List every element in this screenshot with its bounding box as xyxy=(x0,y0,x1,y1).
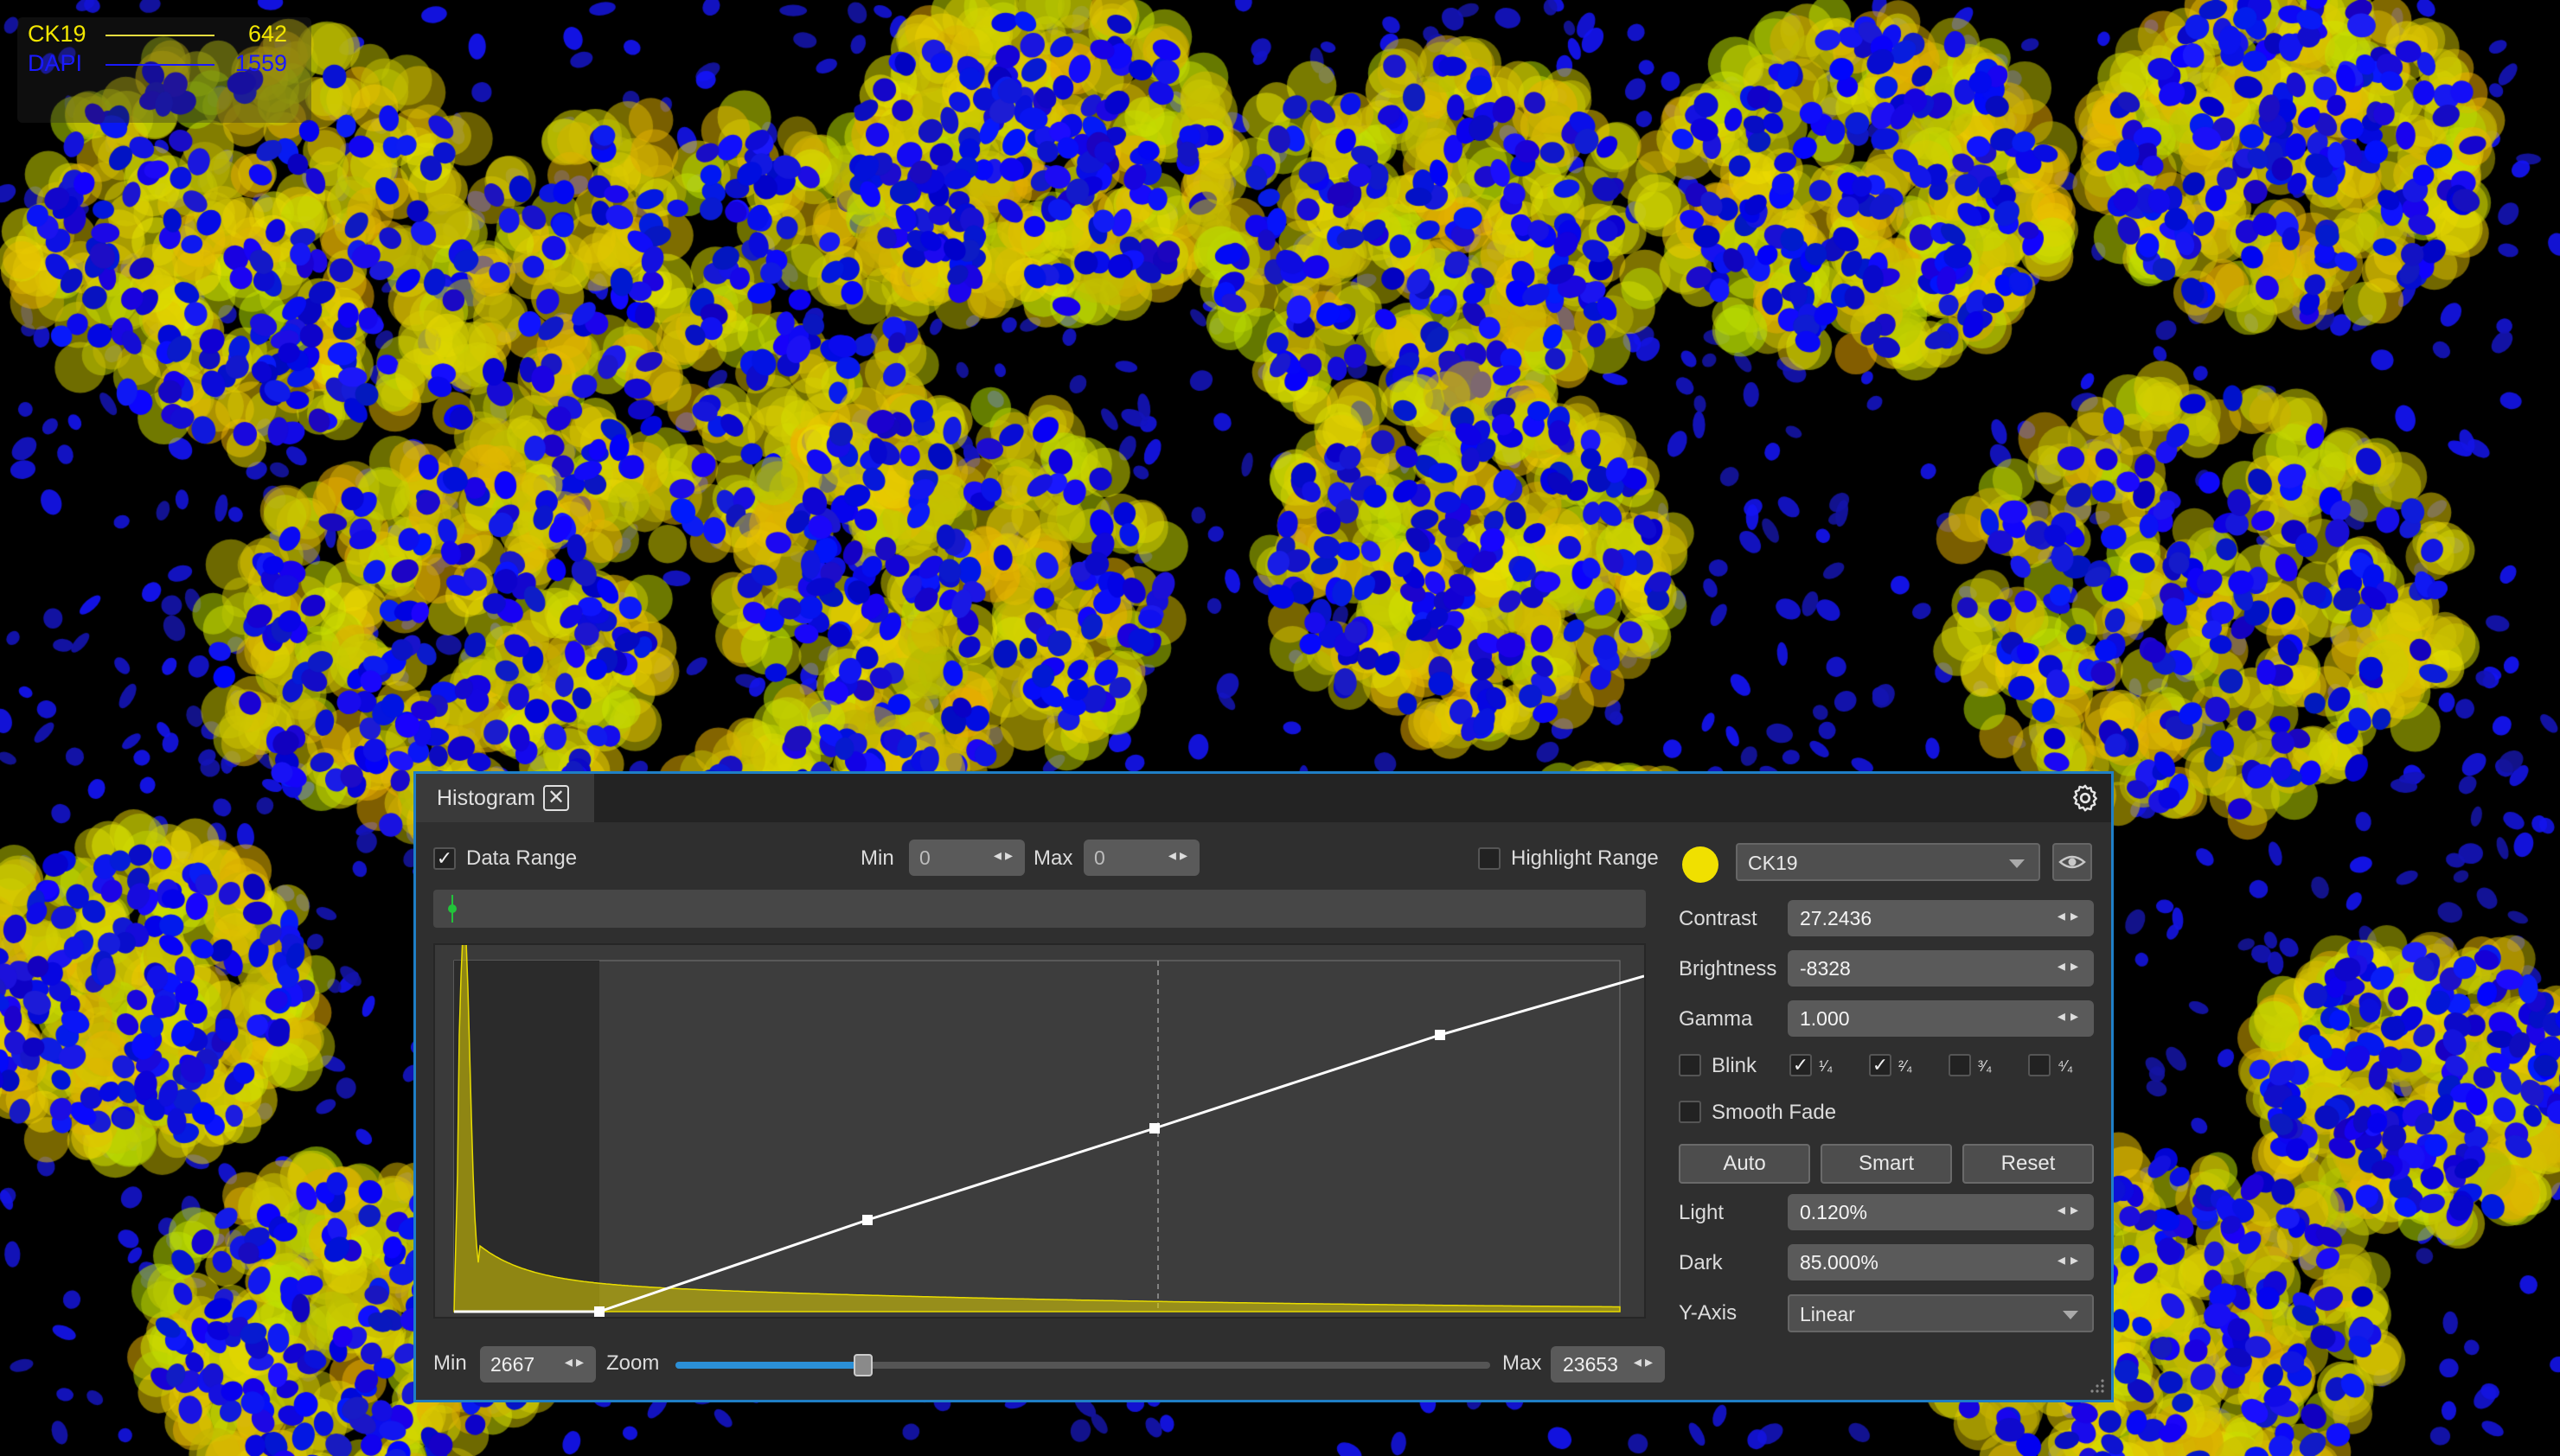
brightness-label: Brightness xyxy=(1679,957,1777,980)
reset-button[interactable]: Reset xyxy=(1962,1144,2094,1184)
yaxis-label: Y-Axis xyxy=(1679,1301,1738,1325)
gear-icon[interactable] xyxy=(2070,782,2101,814)
range-marker-icon[interactable] xyxy=(442,890,468,928)
tab-label: Histogram xyxy=(437,786,535,810)
spin-arrows-icon[interactable]: ◂▸ xyxy=(2058,1201,2083,1219)
min-label: Min xyxy=(861,846,894,870)
blink-option-checkbox[interactable] xyxy=(2028,1054,2051,1076)
histogram-panel: Histogram ✕ ✓ Data Range Min 0 ◂▸ Max 0 … xyxy=(413,771,2114,1402)
data-max-field[interactable]: 0 ◂▸ xyxy=(1084,840,1200,876)
close-icon[interactable]: ✕ xyxy=(543,785,569,811)
smooth-fade-label: Smooth Fade xyxy=(1712,1101,1837,1124)
chevron-down-icon xyxy=(2009,859,2025,868)
channel-name: DAPI xyxy=(28,50,83,76)
dark-value: 85.000% xyxy=(1800,1251,1878,1274)
channel-line xyxy=(106,64,214,66)
data-range-label: Data Range xyxy=(466,846,578,870)
spin-arrows-icon[interactable]: ◂▸ xyxy=(1634,1353,1656,1371)
zoom-min-field[interactable]: 2667 ◂▸ xyxy=(480,1346,596,1383)
zoom-min-value: 2667 xyxy=(490,1353,535,1376)
brightness-field[interactable]: -8328 ◂▸ xyxy=(1788,950,2094,987)
blink-option-label: ⁴⁄₄ xyxy=(2058,1057,2074,1075)
light-field[interactable]: 0.120% ◂▸ xyxy=(1788,1194,2094,1230)
data-min-field[interactable]: 0 ◂▸ xyxy=(909,840,1025,876)
curve-handle xyxy=(594,1306,605,1317)
eye-icon xyxy=(2058,855,2086,869)
contrast-label: Contrast xyxy=(1679,907,1757,930)
data-range-checkbox[interactable]: ✓ xyxy=(433,847,456,870)
zoom-slider-thumb[interactable] xyxy=(853,1354,873,1376)
spin-arrows-icon[interactable]: ◂▸ xyxy=(565,1353,587,1371)
histogram-chart[interactable] xyxy=(435,945,1644,1317)
dark-label: Dark xyxy=(1679,1251,1723,1274)
light-value: 0.120% xyxy=(1800,1201,1868,1223)
highlight-range-label: Highlight Range xyxy=(1511,846,1659,870)
data-min-value: 0 xyxy=(919,846,931,869)
gamma-value: 1.000 xyxy=(1800,1007,1850,1030)
contrast-value: 27.2436 xyxy=(1800,907,1872,929)
channel-color-swatch[interactable] xyxy=(1682,846,1718,883)
smart-button[interactable]: Smart xyxy=(1821,1144,1952,1184)
spin-arrows-icon[interactable]: ◂▸ xyxy=(2058,907,2083,925)
blink-option-label: ³⁄₄ xyxy=(1978,1057,1993,1075)
zoom-max-field[interactable]: 23653 ◂▸ xyxy=(1551,1346,1665,1383)
curve-handle xyxy=(862,1215,873,1225)
channel-overlay: CK19 642 DAPI 1559 xyxy=(17,17,311,123)
smooth-fade-checkbox[interactable] xyxy=(1679,1101,1701,1123)
zoom-min-label: Min xyxy=(433,1351,467,1375)
zoom-label: Zoom xyxy=(606,1351,660,1375)
spin-arrows-icon[interactable]: ◂▸ xyxy=(1168,846,1191,865)
spin-arrows-icon[interactable]: ◂▸ xyxy=(2058,1251,2083,1269)
channel-row-dapi: DAPI 1559 xyxy=(28,50,287,78)
contrast-field[interactable]: 27.2436 ◂▸ xyxy=(1788,900,2094,936)
spin-arrows-icon[interactable]: ◂▸ xyxy=(2058,1007,2083,1025)
visibility-toggle[interactable] xyxy=(2052,843,2092,881)
curve-handle xyxy=(1149,1123,1160,1134)
plot-area xyxy=(453,960,1621,1312)
blink-option-checkbox[interactable]: ✓ xyxy=(1869,1054,1891,1076)
spin-arrows-icon[interactable]: ◂▸ xyxy=(994,846,1016,865)
data-max-value: 0 xyxy=(1094,846,1105,869)
channel-value: 1559 xyxy=(234,50,287,76)
zoom-slider[interactable] xyxy=(675,1354,1490,1376)
check-icon: ✓ xyxy=(1872,1054,1889,1076)
light-label: Light xyxy=(1679,1201,1725,1224)
tab-histogram[interactable]: Histogram ✕ xyxy=(416,774,594,822)
channel-line xyxy=(106,35,214,36)
gamma-field[interactable]: 1.000 ◂▸ xyxy=(1788,1000,2094,1037)
yaxis-select[interactable]: Linear xyxy=(1788,1294,2094,1332)
auto-button[interactable]: Auto xyxy=(1679,1144,1810,1184)
zoom-max-value: 23653 xyxy=(1563,1353,1618,1376)
gamma-label: Gamma xyxy=(1679,1007,1753,1031)
histogram-plot[interactable] xyxy=(433,943,1646,1319)
brightness-value: -8328 xyxy=(1800,957,1851,980)
blink-label: Blink xyxy=(1712,1054,1757,1077)
channel-name: CK19 xyxy=(28,21,86,47)
resize-grip-icon[interactable] xyxy=(2089,1377,2106,1395)
blink-checkbox[interactable] xyxy=(1679,1054,1701,1076)
zoom-slider-fill xyxy=(675,1362,863,1369)
yaxis-select-value: Linear xyxy=(1800,1303,1855,1325)
highlight-range-checkbox[interactable] xyxy=(1478,847,1501,870)
channel-value: 642 xyxy=(247,21,287,47)
blink-option-checkbox[interactable] xyxy=(1949,1054,1971,1076)
chevron-down-icon xyxy=(2063,1311,2078,1319)
blink-option-checkbox[interactable]: ✓ xyxy=(1789,1054,1812,1076)
channel-row-ck19: CK19 642 xyxy=(28,21,287,48)
check-icon: ✓ xyxy=(1792,1054,1809,1076)
channel-select-value: CK19 xyxy=(1748,852,1798,874)
check-icon: ✓ xyxy=(436,847,453,869)
curve-handle xyxy=(1435,1030,1445,1040)
channel-select[interactable]: CK19 xyxy=(1736,843,2040,881)
blink-option-label: ²⁄₄ xyxy=(1898,1057,1913,1075)
dark-field[interactable]: 85.000% ◂▸ xyxy=(1788,1244,2094,1280)
max-label: Max xyxy=(1034,846,1073,870)
blink-option-label: ¹⁄₄ xyxy=(1819,1057,1834,1075)
spin-arrows-icon[interactable]: ◂▸ xyxy=(2058,957,2083,975)
zoom-max-label: Max xyxy=(1502,1351,1542,1375)
tab-bar: Histogram ✕ xyxy=(416,774,2111,822)
data-range-bar[interactable] xyxy=(433,890,1646,928)
